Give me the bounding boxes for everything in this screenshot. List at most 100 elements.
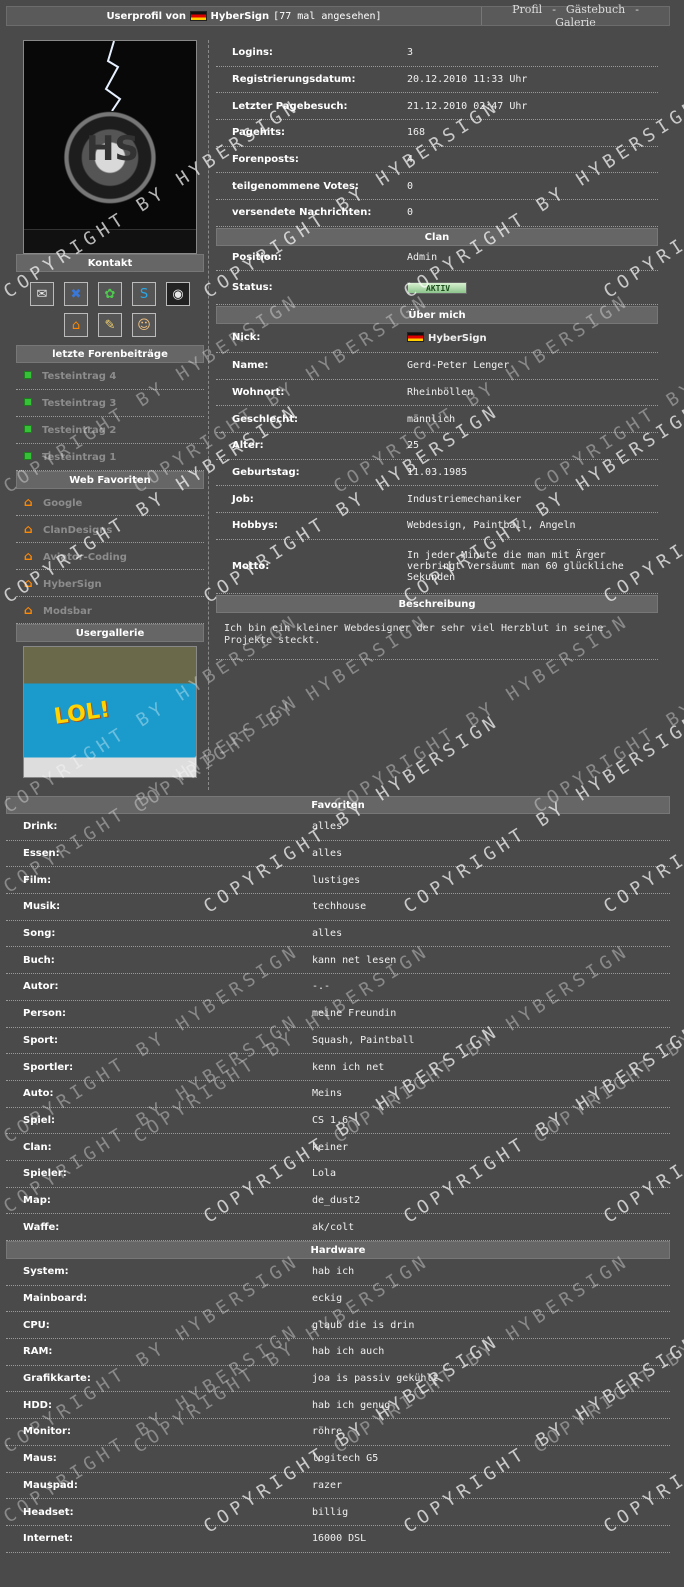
about-heading: Über mich [216, 305, 658, 324]
row-label: Letzter Pagebesuch: [232, 100, 348, 112]
table-row: Letzter Pagebesuch: 21.12.2010 02:47 Uhr [216, 93, 658, 121]
favorite-link[interactable]: ⌂ HyberSign [16, 570, 204, 597]
row-value: techhouse [312, 901, 367, 913]
steam-icon[interactable]: ◉ [166, 282, 190, 306]
row-label: Film: [23, 874, 52, 886]
nav-profil-link[interactable]: Profil [512, 3, 542, 16]
row-label: Map: [23, 1194, 51, 1206]
row-value: In jeder Minute die man mit Ärger verbri… [407, 549, 624, 583]
row-value: 3 [407, 47, 414, 59]
table-row: Mainboard: eckig [6, 1286, 670, 1313]
nav-guestbook-link[interactable]: Gästebuch [566, 3, 625, 16]
view-count: [77 mal angesehen] [273, 10, 382, 22]
table-row: Pagehits: 168 [216, 120, 658, 147]
row-label: Spiel: [23, 1114, 55, 1126]
motto-row: Motto: In jeder Minute die man mit Ärger… [216, 540, 658, 594]
table-row: System: hab ich [6, 1259, 670, 1286]
table-row: Monitor: röhre [6, 1419, 670, 1446]
home-icon: ⌂ [24, 522, 33, 536]
table-row: Essen: alles [6, 841, 670, 868]
post-link[interactable]: Testeintrag 1 [16, 444, 204, 471]
row-label: Person: [23, 1008, 66, 1020]
row-value: 20.12.2010 11:33 Uhr [407, 74, 528, 86]
table-row: Alter: 25 [216, 433, 658, 460]
post-link[interactable]: Testeintrag 4 [16, 363, 204, 390]
nav-separator: - [552, 3, 556, 16]
gallery-heading: Usergallerie [16, 624, 204, 642]
favorite-link[interactable]: ⌂ ClanDesigns [16, 516, 204, 543]
row-label: Essen: [23, 848, 60, 860]
row-label: Hobbys: [232, 520, 279, 532]
skype-icon[interactable]: S [132, 282, 156, 306]
row-value: lustiges [312, 874, 361, 886]
description-heading: Beschreibung [216, 594, 658, 613]
table-row: Maus: logitech G5 [6, 1446, 670, 1473]
table-row: Spieler: Lola [6, 1161, 670, 1188]
row-label: Grafikkarte: [23, 1373, 91, 1385]
status-badge: AKTIV [407, 281, 467, 294]
row-label: Internet: [23, 1533, 74, 1545]
row-label: CPU: [23, 1319, 50, 1331]
row-value: Rheinböllen [407, 386, 474, 398]
row-label: Musik: [23, 901, 61, 913]
row-label: Auto: [23, 1088, 54, 1100]
row-label: Status: [232, 281, 273, 293]
favorite-link[interactable]: ⌂ Google [16, 489, 204, 516]
row-label: Position: [232, 252, 282, 264]
row-label: Spieler: [23, 1168, 67, 1180]
web-favorites-heading: Web Favoriten [16, 471, 204, 489]
row-value: eckig [312, 1293, 343, 1305]
post-bullet-icon [24, 452, 32, 460]
row-label: Mainboard: [23, 1293, 88, 1305]
favorites-hardware-section: Favoriten Drink: alles Essen: alles Film: lus… [6, 796, 670, 1553]
row-label: Wohnort: [232, 386, 285, 398]
row-value: hab ich [312, 1266, 355, 1278]
row-label: Nick: [232, 332, 261, 344]
row-value: 0 [407, 180, 414, 192]
favorite-link[interactable]: ⌂ Modsbar [16, 597, 204, 624]
table-row: Name: Gerd-Peter Lenger [216, 353, 658, 380]
table-row: Auto: Meins [6, 1081, 670, 1108]
icq-icon[interactable]: ✿ [98, 282, 122, 306]
table-row: Internet: 16000 DSL [6, 1526, 670, 1553]
home-icon: ⌂ [24, 603, 33, 617]
row-label: Mauspad: [23, 1479, 78, 1491]
row-value: kenn ich net [312, 1061, 385, 1073]
guestbook-icon[interactable]: ✎ [98, 313, 122, 337]
table-row: Autor: -.- [6, 974, 670, 1001]
about-table: Name: Gerd-Peter Lenger Wohnort: Rheinbölle… [216, 353, 658, 540]
recent-posts-list: Testeintrag 4 Testeintrag 3 Testeintrag … [16, 363, 204, 471]
row-value: glaub die is drin [312, 1319, 415, 1331]
favorites-table: Drink: alles Essen: alles Film: lustiges Musik… [6, 814, 670, 1241]
row-value: Webdesign, Paintball, Angeln [407, 520, 576, 532]
row-value: Squash, Paintball [312, 1034, 415, 1046]
post-link[interactable]: Testeintrag 2 [16, 417, 204, 444]
row-value: 16000 DSL [312, 1533, 367, 1545]
table-row: Grafikkarte: joa is passiv gekühlt [6, 1366, 670, 1393]
nav-gallery-link[interactable]: Galerie [555, 16, 596, 29]
add-buddy-icon[interactable]: ☺ [132, 313, 156, 337]
homepage-icon[interactable]: ⌂ [64, 313, 88, 337]
row-value: röhre [312, 1426, 343, 1438]
favorite-link[interactable]: ⌂ Aviator-Coding [16, 543, 204, 570]
row-value: -.- [312, 981, 331, 993]
row-value: logitech G5 [312, 1453, 379, 1465]
table-row: Forenposts: 4 [216, 147, 658, 174]
column-divider [208, 40, 209, 790]
nick-row: Nick: HyberSign [216, 324, 658, 353]
hybersign-logo: HS [86, 129, 139, 169]
post-link[interactable]: Testeintrag 3 [16, 390, 204, 417]
table-row: Hobbys: Webdesign, Paintball, Angeln [216, 513, 658, 540]
row-value: 0 [407, 207, 414, 219]
table-row: Clan: keiner [6, 1134, 670, 1161]
mail-icon[interactable]: ✉ [30, 282, 54, 306]
xfire-icon[interactable]: ✖ [64, 282, 88, 306]
row-label: Motto: [232, 560, 270, 572]
table-row: Logins: 3 [216, 40, 658, 67]
nick-value: HyberSign [428, 332, 487, 344]
row-label: Headset: [23, 1506, 74, 1518]
gallery-image[interactable]: LOL! [23, 646, 197, 778]
row-value: männlich [407, 413, 456, 425]
page-title: Userprofil von HyberSign [77 mal angesehe… [7, 7, 482, 25]
row-label: Geburtstag: [232, 466, 300, 478]
